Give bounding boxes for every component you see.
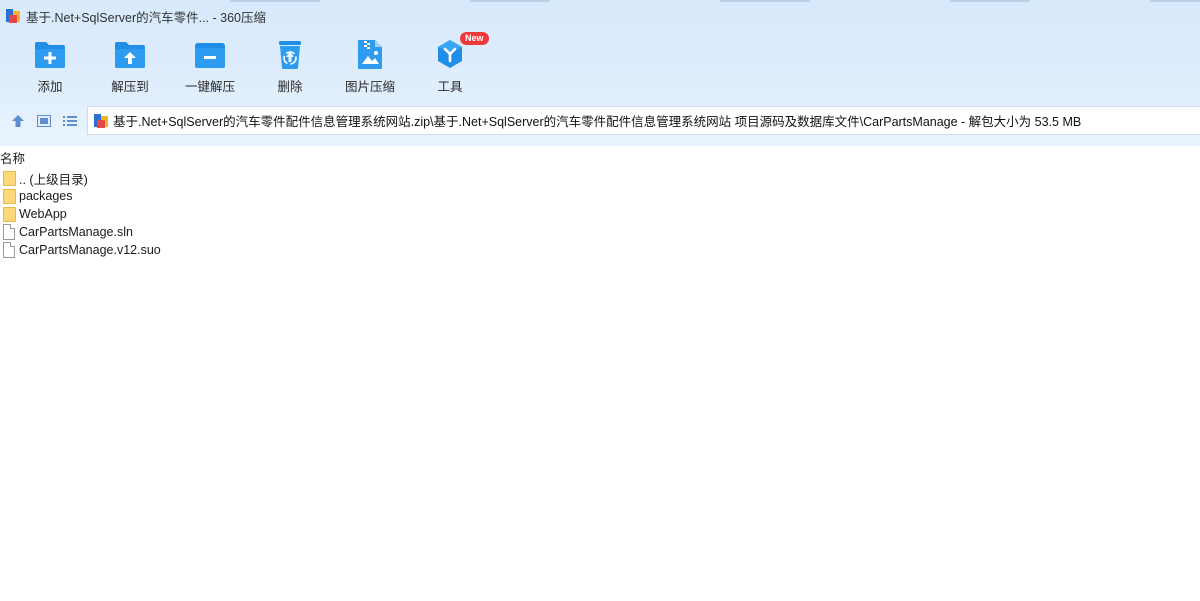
folder-icon — [3, 188, 18, 204]
tools-label: 工具 — [437, 80, 463, 94]
window-chrome: 基于.Net+SqlServer的汽车零件... - 360压缩 添加 解压到 … — [0, 0, 1200, 146]
image-compress-button[interactable]: 图片压缩 — [330, 36, 410, 98]
list-item-packages[interactable]: packages — [0, 187, 161, 205]
list-item-webapp[interactable]: WebApp — [0, 205, 161, 223]
list-view-icon[interactable] — [57, 106, 83, 136]
delete-label: 删除 — [277, 80, 303, 94]
column-header-name[interactable]: 名称 — [0, 148, 25, 167]
new-badge: New — [460, 32, 489, 45]
address-bar[interactable]: 基于.Net+SqlServer的汽车零件配件信息管理系统网站.zip\基于.N… — [87, 106, 1200, 135]
file-icon — [3, 242, 18, 258]
list-item-suo[interactable]: CarPartsManage.v12.suo — [0, 241, 161, 259]
recycle-bin-icon — [272, 36, 308, 72]
archive-logo-icon — [93, 113, 109, 129]
file-list: 名称 .. (上级目录) packages WebApp CarPartsMan… — [0, 146, 1200, 601]
add-button[interactable]: 添加 — [10, 36, 90, 98]
add-label: 添加 — [37, 80, 63, 94]
toolbar: 添加 解压到 一键解压 删除 图片压缩 New 工具 — [10, 32, 490, 100]
add-folder-icon — [32, 36, 68, 72]
window-title: 基于.Net+SqlServer的汽车零件... - 360压缩 — [26, 10, 266, 25]
one-click-extract-icon — [192, 36, 228, 72]
up-arrow-icon[interactable] — [5, 106, 31, 136]
one-click-extract-button[interactable]: 一键解压 — [170, 36, 250, 98]
file-rows: .. (上级目录) packages WebApp CarPartsManage… — [0, 169, 161, 259]
file-icon — [3, 224, 18, 240]
extract-to-icon — [112, 36, 148, 72]
image-compress-label: 图片压缩 — [344, 80, 395, 94]
item-name: .. (上级目录) — [19, 172, 88, 187]
extract-to-label: 解压到 — [111, 80, 149, 94]
folder-icon — [3, 170, 18, 186]
list-item-parent[interactable]: .. (上级目录) — [0, 169, 161, 187]
folder-icon — [3, 206, 18, 222]
delete-button[interactable]: 删除 — [250, 36, 330, 98]
one-click-extract-label: 一键解压 — [184, 80, 235, 94]
list-item-sln[interactable]: CarPartsManage.sln — [0, 223, 161, 241]
item-name: packages — [19, 189, 73, 203]
extract-to-button[interactable]: 解压到 — [90, 36, 170, 98]
image-compress-icon — [352, 36, 388, 72]
app-logo-icon — [5, 8, 21, 24]
thumbnail-view-icon[interactable] — [31, 106, 57, 136]
address-path: 基于.Net+SqlServer的汽车零件配件信息管理系统网站.zip\基于.N… — [113, 115, 1082, 129]
item-name: CarPartsManage.sln — [19, 225, 133, 239]
tools-button[interactable]: New 工具 — [410, 32, 490, 98]
item-name: WebApp — [19, 207, 67, 221]
title-bar: 基于.Net+SqlServer的汽车零件... - 360压缩 — [0, 4, 1200, 28]
item-name: CarPartsManage.v12.suo — [19, 243, 161, 257]
top-strip — [0, 0, 1200, 3]
navigation-row: 基于.Net+SqlServer的汽车零件配件信息管理系统网站.zip\基于.N… — [0, 106, 1200, 136]
